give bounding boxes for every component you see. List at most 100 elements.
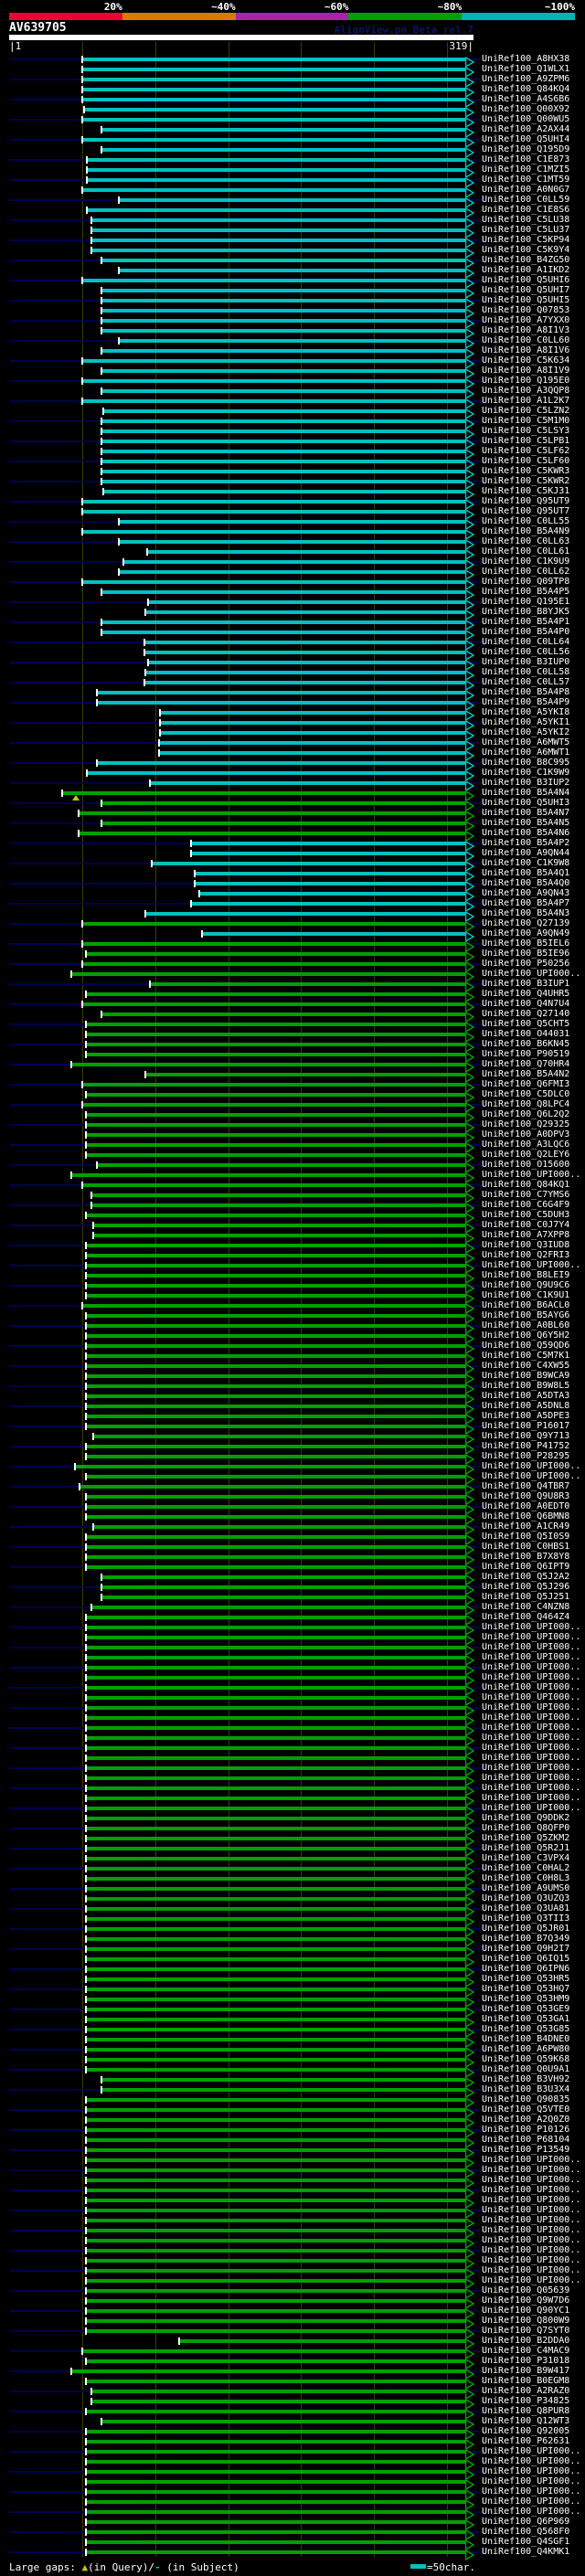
hit-bar[interactable] [87, 2480, 465, 2484]
hit-bar[interactable] [83, 500, 465, 504]
hit-bar[interactable] [87, 1947, 465, 1951]
hit-bar[interactable] [102, 329, 465, 333]
hit-bar[interactable] [87, 1847, 465, 1850]
hit-bar[interactable] [196, 872, 465, 875]
hit-bar[interactable] [92, 2390, 465, 2393]
hit-bar[interactable] [87, 2450, 465, 2454]
hit-bar[interactable] [87, 2500, 465, 2504]
hit-bar[interactable] [102, 299, 465, 302]
hit-bar[interactable] [87, 2359, 465, 2363]
hit-bar[interactable] [87, 1314, 465, 1318]
hit-bar[interactable] [87, 1405, 465, 1408]
hit-bar[interactable] [83, 1183, 465, 1187]
hit-bar[interactable] [102, 470, 465, 473]
hit-bar[interactable] [88, 208, 465, 212]
hit-bar[interactable] [63, 791, 465, 795]
hit-bar[interactable] [160, 751, 465, 755]
hit-bar[interactable] [92, 1203, 465, 1207]
hit-bar[interactable] [87, 1023, 465, 1026]
hit-bar[interactable] [87, 2530, 465, 2534]
hit-bar[interactable] [102, 440, 465, 443]
hit-bar[interactable] [98, 691, 465, 694]
hit-bar[interactable] [72, 1173, 465, 1177]
hit-bar[interactable] [87, 1384, 465, 1388]
hit-bar[interactable] [87, 1626, 465, 1629]
hit-bar[interactable] [87, 1445, 465, 1448]
hit-bar[interactable] [102, 319, 465, 323]
hit-bar[interactable] [102, 2088, 465, 2092]
hit-bar[interactable] [94, 1234, 465, 1237]
hit-bar[interactable] [102, 480, 465, 483]
hit-bar[interactable] [87, 2470, 465, 2474]
hit-bar[interactable] [88, 158, 465, 162]
hit-bar[interactable] [120, 198, 465, 202]
hit-bar[interactable] [87, 2128, 465, 2132]
hit-bar[interactable] [87, 2430, 465, 2433]
hit-bar[interactable] [87, 1565, 465, 1569]
hit-bar[interactable] [148, 550, 465, 554]
hit-bar[interactable] [87, 2098, 465, 2102]
hit-bar[interactable] [146, 1073, 465, 1076]
hit-bar[interactable] [87, 1616, 465, 1619]
hit-bar[interactable] [153, 862, 465, 865]
hit-bar[interactable] [87, 2520, 465, 2524]
hit-bar[interactable] [87, 1425, 465, 1428]
hit-bar[interactable] [72, 1063, 465, 1066]
hit-bar[interactable] [87, 1264, 465, 1267]
hit-bar[interactable] [87, 2380, 465, 2383]
hit-bar[interactable] [104, 490, 465, 493]
hit-bar[interactable] [87, 1887, 465, 1891]
hit-bar[interactable] [145, 641, 465, 644]
hit-bar[interactable] [102, 1585, 465, 1589]
hit-bar[interactable] [87, 2319, 465, 2323]
hit-bar[interactable] [87, 2178, 465, 2182]
hit-bar[interactable] [146, 912, 465, 916]
hit-bar[interactable] [87, 1988, 465, 1991]
hit-bar[interactable] [192, 852, 465, 855]
hit-bar[interactable] [87, 2460, 465, 2464]
hit-bar[interactable] [102, 1595, 465, 1599]
hit-bar[interactable] [102, 128, 465, 132]
hit-bar[interactable] [83, 188, 465, 192]
hit-bar[interactable] [87, 1977, 465, 1981]
hit-bar[interactable] [87, 2038, 465, 2041]
hit-bar[interactable] [102, 450, 465, 453]
hit-bar[interactable] [87, 1927, 465, 1931]
hit-bar[interactable] [92, 239, 465, 242]
hit-bar[interactable] [196, 882, 465, 885]
hit-bar[interactable] [83, 1083, 465, 1087]
hit-bar[interactable] [80, 832, 465, 835]
hit-bar[interactable] [83, 68, 465, 71]
hit-bar[interactable] [87, 1344, 465, 1348]
hit-bar[interactable] [87, 1696, 465, 1700]
hit-bar[interactable] [87, 1033, 465, 1036]
hit-bar[interactable] [87, 2550, 465, 2554]
hit-bar[interactable] [87, 1897, 465, 1901]
hit-bar[interactable] [87, 1877, 465, 1881]
hit-bar[interactable] [87, 2269, 465, 2273]
hit-bar[interactable] [87, 1746, 465, 1750]
hit-bar[interactable] [87, 1475, 465, 1479]
hit-bar[interactable] [87, 2219, 465, 2222]
hit-bar[interactable] [87, 2158, 465, 2162]
hit-bar[interactable] [87, 1756, 465, 1760]
hit-bar[interactable] [98, 761, 465, 765]
hit-bar[interactable] [87, 2490, 465, 2494]
hit-bar[interactable] [149, 600, 465, 604]
hit-bar[interactable] [87, 1455, 465, 1458]
hit-bar[interactable] [87, 1113, 465, 1117]
hit-bar[interactable] [102, 2078, 465, 2082]
hit-bar[interactable] [87, 1817, 465, 1820]
hit-bar[interactable] [87, 1535, 465, 1539]
hit-bar[interactable] [87, 2148, 465, 2152]
hit-bar[interactable] [87, 2299, 465, 2303]
hit-bar[interactable] [87, 1676, 465, 1680]
hit-bar[interactable] [87, 1374, 465, 1378]
hit-bar[interactable] [87, 2540, 465, 2544]
hit-bar[interactable] [102, 429, 465, 433]
hit-bar[interactable] [83, 530, 465, 534]
hit-bar[interactable] [102, 631, 465, 634]
hit-bar[interactable] [87, 2018, 465, 2021]
hit-bar[interactable] [87, 1545, 465, 1549]
hit-bar[interactable] [124, 560, 465, 564]
